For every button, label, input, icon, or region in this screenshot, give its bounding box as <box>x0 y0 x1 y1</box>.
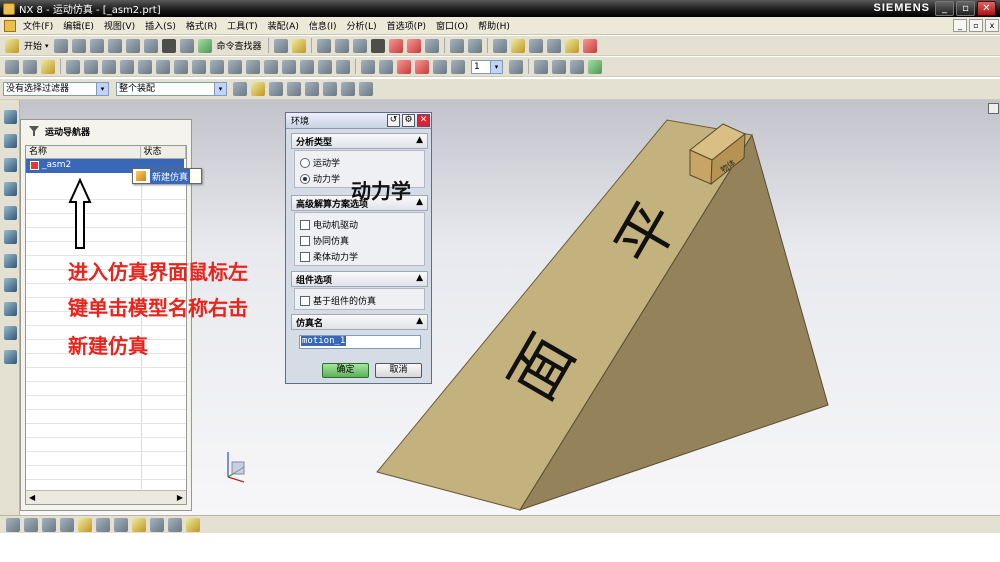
component-based-option[interactable]: 基于组件的仿真 <box>300 294 376 307</box>
kinematics-radio[interactable] <box>300 157 310 168</box>
dynamics-callout: 动力学 <box>351 179 411 203</box>
table-row <box>26 187 186 200</box>
table-row <box>26 453 186 466</box>
cosimulation-checkbox[interactable] <box>300 235 310 246</box>
instruction-line-2: 键单击模型名称右击 <box>68 296 248 320</box>
flexible-dynamics-option[interactable]: 柔体动力学 <box>300 250 358 263</box>
cancel-button[interactable]: 取消 <box>375 363 422 378</box>
flexible-dynamics-label: 柔体动力学 <box>313 253 359 263</box>
kinematics-label: 运动学 <box>313 159 341 169</box>
motor-driver-label: 电动机驱动 <box>313 221 359 231</box>
instruction-line-3: 新建仿真 <box>68 334 148 358</box>
tree-item-label: _asm2 <box>42 160 72 170</box>
curve-icon[interactable] <box>24 517 38 532</box>
navigator-header: 运动导航器 <box>21 120 191 142</box>
table-row <box>26 201 186 214</box>
horizontal-scrollbar[interactable]: ◀ ▶ <box>26 490 186 504</box>
triad-icon <box>227 452 245 483</box>
table-row <box>26 425 186 438</box>
table-row <box>26 411 186 424</box>
table-row <box>26 467 186 480</box>
section-component-options[interactable]: 组件选项 ▲ <box>291 271 428 287</box>
reference-set-icon[interactable] <box>186 517 200 532</box>
table-row <box>26 439 186 452</box>
environment-dialog: 环境 ↺ ⚙ ✕ 分析类型 ▲ 运动学 动力学 高级解算方案选项 ▲ 电动机驱动… <box>285 112 432 384</box>
sequence-icon[interactable] <box>150 517 164 532</box>
table-row <box>26 229 186 242</box>
instruction-line-1: 进入仿真界面鼠标左 <box>68 260 248 284</box>
section-analysis-type-label: 分析类型 <box>296 137 333 148</box>
kinematics-option[interactable]: 运动学 <box>300 156 340 169</box>
table-row <box>26 215 186 228</box>
table-row <box>26 397 186 410</box>
constraint-icon[interactable] <box>96 517 110 532</box>
sketch-icon[interactable] <box>6 517 20 532</box>
table-row <box>26 369 186 382</box>
page-bottom-strip <box>0 533 1000 562</box>
collapse-icon[interactable]: ▲ <box>416 316 423 326</box>
bottom-toolbar <box>0 515 1000 533</box>
component-options-body: 基于组件的仿真 <box>294 288 425 310</box>
advanced-options-body: 电动机驱动 协同仿真 柔体动力学 <box>294 212 425 266</box>
component-icon[interactable] <box>78 517 92 532</box>
column-name[interactable]: 名称 <box>26 146 141 158</box>
explode-icon[interactable] <box>132 517 146 532</box>
dynamics-label: 动力学 <box>313 175 341 185</box>
dialog-title: 环境 <box>291 117 310 127</box>
section-simulation-name[interactable]: 仿真名 ▲ <box>291 314 428 330</box>
motion-assembly-icon <box>30 160 39 170</box>
settings-gear-icon[interactable]: ⚙ <box>402 114 415 127</box>
table-row <box>26 383 186 396</box>
dialog-title-bar[interactable]: 环境 ↺ ⚙ ✕ <box>286 113 431 129</box>
section-sim-name-label: 仿真名 <box>296 318 324 329</box>
arrow-up-icon <box>68 178 92 249</box>
pin-icon[interactable] <box>29 126 39 136</box>
cosimulation-label: 协同仿真 <box>313 237 350 247</box>
nx-app-window: NX 8 - 运动仿真 - [_asm2.prt] SIEMENS _ ▫ ✕ … <box>0 0 1000 562</box>
dynamics-option[interactable]: 动力学 <box>300 172 340 185</box>
dynamics-radio[interactable] <box>300 173 310 184</box>
ok-button[interactable]: 确定 <box>322 363 369 378</box>
mate-icon[interactable] <box>114 517 128 532</box>
scroll-right-icon[interactable]: ▶ <box>177 493 183 502</box>
cosimulation-option[interactable]: 协同仿真 <box>300 234 349 247</box>
section-component-label: 组件选项 <box>296 275 333 286</box>
navigator-title: 运动导航器 <box>45 127 91 138</box>
navigator-column-headers: 名称 状态 <box>26 146 186 159</box>
reset-icon[interactable]: ↺ <box>387 114 400 127</box>
collapse-icon[interactable]: ▲ <box>416 135 423 145</box>
collapse-icon[interactable]: ▲ <box>416 273 423 283</box>
component-based-checkbox[interactable] <box>300 295 310 306</box>
new-simulation-icon <box>136 171 146 181</box>
tree-item-asm[interactable]: _asm2 <box>30 160 71 170</box>
context-menu-new-simulation[interactable]: 新建仿真 <box>150 168 191 184</box>
section-analysis-type[interactable]: 分析类型 ▲ <box>291 133 428 149</box>
collapse-icon[interactable]: ▲ <box>416 197 423 207</box>
component-based-label: 基于组件的仿真 <box>313 297 377 307</box>
wave-link-icon[interactable] <box>168 517 182 532</box>
point-icon[interactable] <box>42 517 56 532</box>
simulation-name-input[interactable]: motion_1 <box>299 335 421 349</box>
table-row <box>26 243 186 256</box>
navigator-tree[interactable]: 名称 状态 _asm2 ◀ ▶ <box>25 145 187 505</box>
motor-driver-option[interactable]: 电动机驱动 <box>300 218 358 231</box>
simulation-name-value: motion_1 <box>301 336 347 346</box>
motor-driver-checkbox[interactable] <box>300 219 310 230</box>
flexible-dynamics-checkbox[interactable] <box>300 251 310 262</box>
column-status[interactable]: 状态 <box>141 146 186 158</box>
context-menu: 新建仿真 <box>132 168 202 184</box>
close-icon[interactable]: ✕ <box>417 114 430 127</box>
scroll-left-icon[interactable]: ◀ <box>29 493 35 502</box>
datum-icon[interactable] <box>60 517 74 532</box>
